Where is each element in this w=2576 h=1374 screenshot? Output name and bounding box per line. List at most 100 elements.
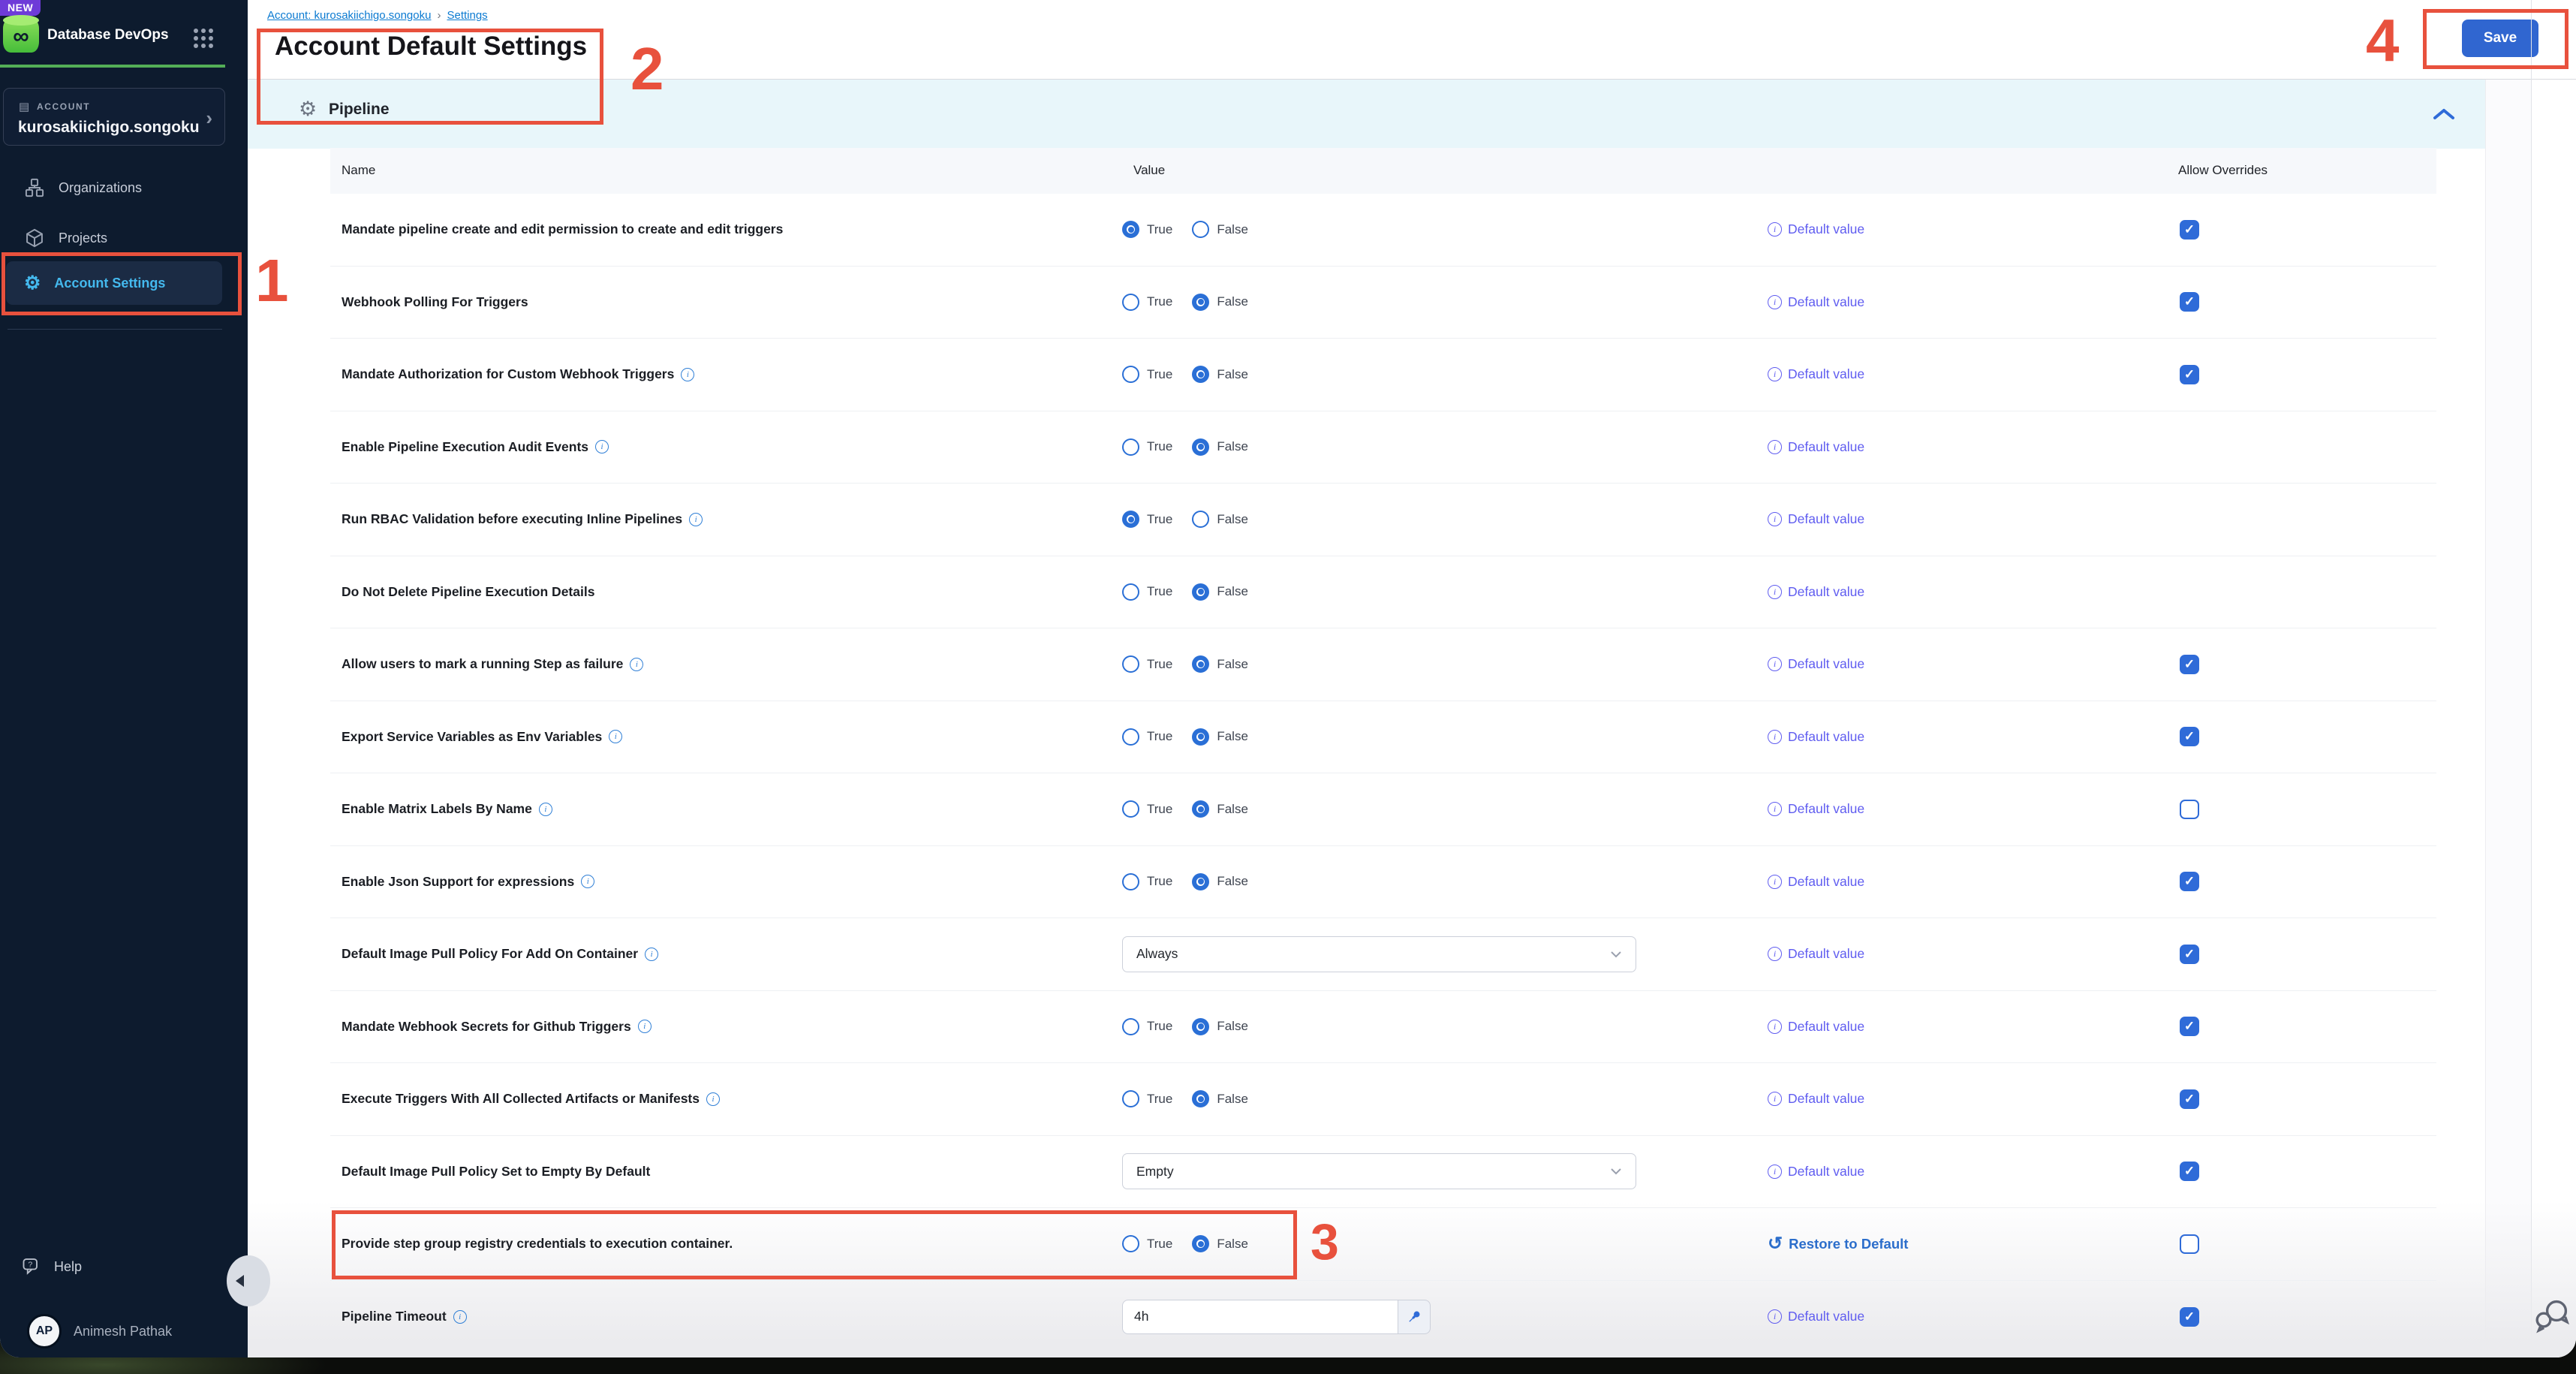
radio-false-label: False [1217, 367, 1248, 382]
override-checkbox-checked[interactable]: ✓ [2180, 365, 2199, 384]
sidebar-item-organizations[interactable]: Organizations [6, 166, 222, 209]
database-devops-logo-icon[interactable]: ∞ [3, 18, 39, 53]
radio-true[interactable] [1122, 728, 1139, 746]
override-checkbox-unchecked[interactable] [2180, 1234, 2199, 1254]
sidebar-collapse-handle[interactable] [227, 1255, 270, 1306]
info-icon[interactable]: i [681, 368, 694, 381]
default-value-link[interactable]: iDefault value [1768, 1164, 1864, 1180]
radio-true[interactable] [1122, 438, 1139, 456]
radio-true[interactable] [1122, 366, 1139, 383]
scrollbar-gutter[interactable] [2485, 80, 2531, 1357]
sidebar-item-account-settings[interactable]: ⚙ Account Settings [6, 261, 222, 305]
override-checkbox-checked[interactable]: ✓ [2180, 1089, 2199, 1109]
override-checkbox-checked[interactable]: ✓ [2180, 655, 2199, 674]
radio-true[interactable] [1122, 294, 1139, 311]
radio-false[interactable] [1192, 583, 1209, 601]
radio-true[interactable] [1122, 221, 1139, 238]
info-icon[interactable]: i [453, 1310, 467, 1324]
radio-false[interactable] [1192, 1018, 1209, 1035]
radio-false[interactable] [1192, 728, 1209, 746]
default-value-link[interactable]: iDefault value [1768, 801, 1864, 817]
info-icon[interactable]: i [638, 1020, 652, 1033]
setting-name-cell: Run RBAC Validation before executing Inl… [342, 484, 1107, 556]
override-checkbox-checked[interactable]: ✓ [2180, 1307, 2199, 1327]
radio-true-label: True [1147, 294, 1172, 309]
override-checkbox-checked[interactable]: ✓ [2180, 220, 2199, 240]
override-cell: ✓ [2180, 1136, 2199, 1208]
triangle-left-icon [236, 1275, 244, 1287]
user-profile[interactable]: AP Animesh Pathak [27, 1314, 172, 1348]
radio-true[interactable] [1122, 511, 1139, 528]
radio-true[interactable] [1122, 1090, 1139, 1107]
setting-action-cell: iDefault value [1768, 556, 1864, 628]
default-value-link[interactable]: iDefault value [1768, 729, 1864, 745]
default-value-link[interactable]: iDefault value [1768, 874, 1864, 890]
radio-false[interactable] [1192, 800, 1209, 818]
radio-false[interactable] [1192, 655, 1209, 673]
default-value-link[interactable]: iDefault value [1768, 221, 1864, 237]
radio-true[interactable] [1122, 800, 1139, 818]
default-value-link[interactable]: iDefault value [1768, 584, 1864, 600]
info-icon[interactable]: i [581, 875, 594, 888]
radio-false[interactable] [1192, 366, 1209, 383]
override-cell: ✓ [2180, 194, 2199, 266]
restore-to-default-link[interactable]: ↺Restore to Default [1768, 1235, 1908, 1253]
value-dropdown[interactable]: Empty [1122, 1153, 1636, 1189]
radio-true[interactable] [1122, 1018, 1139, 1035]
setting-name: Run RBAC Validation before executing Inl… [342, 511, 682, 527]
sidebar-item-projects[interactable]: Projects [6, 216, 222, 260]
override-checkbox-unchecked[interactable] [2180, 800, 2199, 819]
default-value-link[interactable]: iDefault value [1768, 946, 1864, 962]
module-switcher-icon[interactable] [194, 29, 214, 49]
timeout-input[interactable] [1122, 1300, 1398, 1334]
override-checkbox-checked[interactable]: ✓ [2180, 727, 2199, 746]
default-value-link[interactable]: iDefault value [1768, 294, 1864, 310]
radio-false[interactable] [1192, 294, 1209, 311]
info-icon[interactable]: i [630, 658, 643, 671]
radio-true[interactable] [1122, 583, 1139, 601]
override-checkbox-checked[interactable]: ✓ [2180, 1162, 2199, 1181]
pin-icon[interactable] [1398, 1300, 1431, 1334]
setting-action-cell: iDefault value [1768, 267, 1864, 339]
sidebar-item-label: Projects [59, 231, 107, 246]
account-selector[interactable]: ▤ ACCOUNT kurosakiichigo.songoku › [3, 88, 225, 146]
resource-center-chat-icon[interactable] [2532, 1297, 2571, 1337]
default-value-link[interactable]: iDefault value [1768, 439, 1864, 455]
help-button[interactable]: ? Help [21, 1257, 82, 1276]
radio-true[interactable] [1122, 1235, 1139, 1252]
default-value-link[interactable]: iDefault value [1768, 366, 1864, 382]
default-value-link[interactable]: iDefault value [1768, 656, 1864, 672]
breadcrumb-account-link[interactable]: Account: kurosakiichigo.songoku [267, 9, 431, 22]
radio-false[interactable] [1192, 221, 1209, 238]
page-title: Account Default Settings [275, 32, 587, 62]
radio-false[interactable] [1192, 1235, 1209, 1252]
default-value-link[interactable]: iDefault value [1768, 1091, 1864, 1107]
default-value-link[interactable]: iDefault value [1768, 511, 1864, 527]
radio-true[interactable] [1122, 655, 1139, 673]
override-checkbox-checked[interactable]: ✓ [2180, 292, 2199, 312]
save-button[interactable]: Save [2462, 20, 2538, 57]
info-icon[interactable]: i [645, 948, 658, 961]
info-icon[interactable]: i [689, 513, 703, 526]
radio-false[interactable] [1192, 1090, 1209, 1107]
radio-false[interactable] [1192, 873, 1209, 890]
info-icon[interactable]: i [706, 1092, 720, 1106]
table-row: Pipeline Timeout i iDefault value ✓ [330, 1281, 2436, 1354]
info-icon[interactable]: i [609, 730, 622, 743]
override-checkbox-checked[interactable]: ✓ [2180, 872, 2199, 891]
default-value-link[interactable]: iDefault value [1768, 1309, 1864, 1324]
default-value-link[interactable]: iDefault value [1768, 1019, 1864, 1035]
value-dropdown[interactable]: Always [1122, 936, 1636, 972]
info-icon[interactable]: i [595, 440, 609, 453]
radio-false[interactable] [1192, 438, 1209, 456]
radio-false-label: False [1217, 584, 1248, 599]
radio-true[interactable] [1122, 873, 1139, 890]
override-checkbox-checked[interactable]: ✓ [2180, 945, 2199, 964]
radio-false[interactable] [1192, 511, 1209, 528]
breadcrumb-settings-link[interactable]: Settings [447, 9, 487, 22]
info-icon[interactable]: i [539, 803, 552, 816]
override-checkbox-checked[interactable]: ✓ [2180, 1017, 2199, 1036]
pipeline-section-header[interactable]: ⚙ Pipeline [248, 80, 2485, 149]
setting-name: Default Image Pull Policy For Add On Con… [342, 946, 638, 962]
collapse-section-chevron-up-icon[interactable] [2432, 107, 2456, 125]
